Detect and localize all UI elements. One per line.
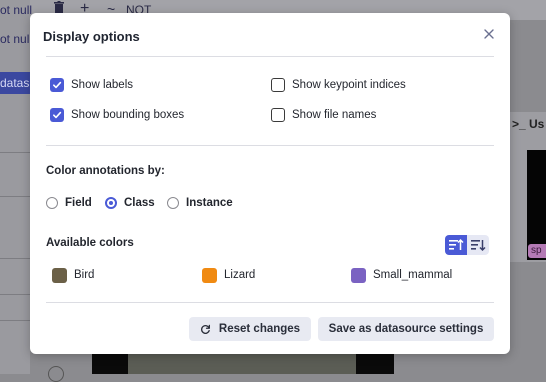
check-icon <box>53 111 62 119</box>
divider <box>46 145 494 146</box>
show-keypoint-indices-option[interactable]: Show keypoint indices <box>271 76 406 94</box>
background-divider <box>0 152 30 153</box>
save-as-datasource-settings-label: Save as datasource settings <box>328 323 484 335</box>
show-file-names-checkbox[interactable] <box>271 108 285 122</box>
background-divider <box>0 196 30 197</box>
color-label-small-mammal: Small_mammal <box>373 269 453 281</box>
show-keypoint-indices-label: Show keypoint indices <box>292 79 406 91</box>
sort-ascending-icon[interactable] <box>445 235 467 255</box>
check-icon <box>53 81 62 89</box>
show-labels-checkbox[interactable] <box>50 78 64 92</box>
divider <box>46 302 494 303</box>
color-by-field-label: Field <box>65 197 92 209</box>
show-file-names-option[interactable]: Show file names <box>271 106 376 124</box>
color-by-class-option[interactable]: Class <box>105 195 155 211</box>
color-by-class-radio[interactable] <box>105 197 117 209</box>
reset-icon <box>200 324 210 334</box>
background-image-content <box>128 354 356 374</box>
divider <box>46 56 494 57</box>
show-bounding-boxes-option[interactable]: Show bounding boxes <box>50 106 184 124</box>
save-as-datasource-settings-button[interactable]: Save as datasource settings <box>318 317 494 341</box>
show-labels-label: Show labels <box>71 79 134 91</box>
color-swatch[interactable] <box>52 267 67 283</box>
available-colors-label: Available colors <box>46 237 134 249</box>
close-icon[interactable] <box>481 26 497 42</box>
color-label-lizard: Lizard <box>224 269 256 281</box>
color-by-field-option[interactable]: Field <box>46 195 92 211</box>
color-item-bird[interactable]: Bird <box>52 267 94 283</box>
color-swatch[interactable] <box>202 267 217 283</box>
dialog-title: Display options <box>43 29 140 44</box>
background-panel-label: >_ Us <box>512 117 545 131</box>
color-label-bird: Bird <box>74 269 95 281</box>
background-dataset-chip: datas <box>0 72 30 94</box>
color-item-lizard[interactable]: Lizard <box>202 267 255 283</box>
background-divider <box>0 258 30 259</box>
background-divider <box>0 294 30 295</box>
background-circle-icon <box>48 366 64 382</box>
color-by-instance-label: Instance <box>186 197 233 209</box>
sort-toggle-group <box>445 235 489 255</box>
reset-changes-button[interactable]: Reset changes <box>189 317 311 341</box>
background-filter-text: ot null <box>0 32 33 46</box>
color-by-instance-radio[interactable] <box>167 197 179 209</box>
color-swatch[interactable] <box>351 267 366 283</box>
show-bounding-boxes-label: Show bounding boxes <box>71 109 185 121</box>
reset-changes-label: Reset changes <box>218 323 301 335</box>
sort-descending-icon[interactable] <box>467 235 489 255</box>
show-file-names-label: Show file names <box>292 109 377 121</box>
color-by-class-label: Class <box>124 197 155 209</box>
background-left-column <box>0 0 30 374</box>
display-options-dialog: Display options Show labels Show keypoin… <box>30 13 510 354</box>
show-labels-option[interactable]: Show labels <box>50 76 133 94</box>
show-keypoint-indices-checkbox[interactable] <box>271 78 285 92</box>
color-by-instance-option[interactable]: Instance <box>167 195 233 211</box>
color-by-field-radio[interactable] <box>46 197 58 209</box>
color-item-small-mammal[interactable]: Small_mammal <box>351 267 452 283</box>
color-annotations-by-label: Color annotations by: <box>46 165 165 177</box>
background-divider <box>0 320 30 321</box>
show-bounding-boxes-checkbox[interactable] <box>50 108 64 122</box>
background-filter-text: ot null <box>0 3 33 17</box>
background-badge: sp <box>528 244 546 258</box>
